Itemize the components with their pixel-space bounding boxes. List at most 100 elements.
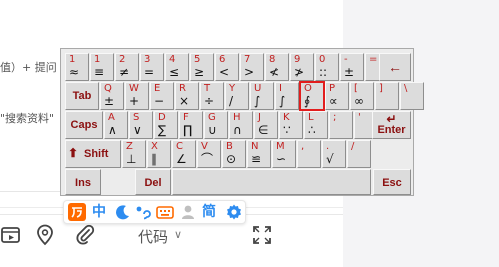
key-symbol-label: ≡: [94, 65, 105, 79]
key-symbol-label: ±: [344, 65, 355, 79]
punctuation-icon[interactable]: [135, 203, 151, 221]
key-primary-label: ,: [301, 141, 305, 152]
key-2[interactable]: 2 ≠: [115, 53, 139, 81]
key-3[interactable]: 3 =: [140, 53, 164, 81]
key-symbol-label: ∪: [208, 123, 217, 137]
chinese-mode-toggle[interactable]: 中: [92, 203, 110, 221]
key-symbol-label: >: [244, 65, 255, 79]
enter-key[interactable]: ↵ Enter: [372, 111, 411, 139]
key-symbol-label: ∠: [176, 152, 187, 166]
key-5[interactable]: 5 ≥: [190, 53, 214, 81]
key-Z[interactable]: Z ⊥: [122, 140, 146, 168]
key-9[interactable]: 9 ≯: [290, 53, 314, 81]
chevron-down-icon[interactable]: ∨: [174, 228, 182, 241]
moon-icon[interactable]: [115, 203, 131, 221]
video-icon[interactable]: [0, 224, 22, 246]
key-K[interactable]: K ∵: [279, 111, 303, 139]
key-symbol-label: ⌒: [201, 152, 214, 166]
key-symbol-label: ∑: [158, 123, 167, 137]
key-I[interactable]: I ∫: [275, 82, 299, 110]
key-symbol-label: −: [154, 94, 165, 108]
key-E[interactable]: E −: [150, 82, 174, 110]
key-G[interactable]: G ∪: [204, 111, 228, 139]
gear-icon[interactable]: [225, 203, 243, 221]
key-symbol-label: ∽: [276, 152, 287, 166]
space-key[interactable]: [172, 169, 371, 195]
key-S[interactable]: S ∨: [129, 111, 153, 139]
del-key[interactable]: Del: [135, 169, 171, 195]
key-4[interactable]: 4 ≤: [165, 53, 189, 81]
key-1[interactable]: 1 ≡: [90, 53, 114, 81]
tab-key[interactable]: Tab: [65, 82, 99, 110]
simplified-toggle[interactable]: 简: [202, 203, 220, 221]
ins-key[interactable]: Ins: [65, 169, 101, 195]
shift-key[interactable]: ⬆ Shift: [65, 140, 121, 168]
esc-key[interactable]: Esc: [373, 169, 411, 195]
key-symbol-label: ∩: [233, 123, 242, 137]
key-6[interactable]: 6 <: [215, 53, 239, 81]
key-primary-label: ]: [379, 83, 383, 94]
key-symbol-label: ≮: [269, 65, 280, 79]
backspace-key[interactable]: ←: [379, 53, 411, 81]
key-N[interactable]: N ≌: [247, 140, 271, 168]
key-B[interactable]: B ⊙: [222, 140, 246, 168]
key-symbol-label: ∝: [329, 94, 338, 108]
key-X[interactable]: X ∥: [147, 140, 171, 168]
key-U[interactable]: U ∫: [250, 82, 274, 110]
paperclip-icon[interactable]: [74, 224, 96, 246]
key--[interactable]: - ±: [340, 53, 364, 81]
key-symbol-label: ∧: [108, 123, 117, 137]
key-L[interactable]: L ∴: [304, 111, 328, 139]
key-;[interactable]: ;: [329, 111, 353, 139]
key-symbol-label: ≌: [251, 152, 262, 166]
key-O[interactable]: O ∮: [299, 81, 325, 111]
key-W[interactable]: W +: [125, 82, 149, 110]
key-J[interactable]: J ∈: [254, 111, 278, 139]
key-D[interactable]: D ∑: [154, 111, 178, 139]
key-.[interactable]: . √: [322, 140, 346, 168]
backspace-arrow-icon: ←: [388, 59, 402, 75]
key-symbol-label: ≈: [69, 65, 80, 79]
key-0[interactable]: 0::: [315, 53, 339, 81]
key-A[interactable]: A ∧: [104, 111, 128, 139]
key-7[interactable]: 7 >: [240, 53, 264, 81]
caps-key[interactable]: Caps: [65, 111, 103, 139]
key-primary-label: =: [369, 54, 378, 65]
keyboard-icon[interactable]: [156, 203, 174, 221]
key-symbol-label: ∏: [183, 123, 193, 137]
key-symbol-label: ≤: [169, 65, 180, 79]
key-symbol-label: +: [129, 94, 140, 108]
key-M[interactable]: M ∽: [272, 140, 296, 168]
key-Y[interactable]: Y /: [225, 82, 249, 110]
fullscreen-icon[interactable]: [251, 224, 273, 246]
key-symbol-label: √: [326, 152, 334, 166]
key-T[interactable]: T ÷: [200, 82, 224, 110]
key-V[interactable]: V ⌒: [197, 140, 221, 168]
key-8[interactable]: 8 ≮: [265, 53, 289, 81]
key-\[interactable]: \: [400, 82, 424, 110]
key-symbol-label: ∮: [304, 94, 311, 108]
key-symbol-label: ∈: [258, 123, 269, 137]
ime-logo-icon[interactable]: [68, 203, 86, 221]
key-/[interactable]: /: [347, 140, 371, 168]
key-1[interactable]: 1 ≈: [65, 53, 89, 81]
soft-keyboard: 1 ≈1 ≡ 2 ≠ 3 = 4 ≤5 ≥6 <7 >8 ≮ 9 ≯ 0:: - ± = Q ± W + E − R × T ÷ Y / U…: [60, 48, 424, 196]
code-dropdown[interactable]: 代码: [138, 226, 168, 247]
key-][interactable]: ]: [375, 82, 399, 110]
key-Q[interactable]: Q ±: [100, 82, 124, 110]
key-R[interactable]: R ×: [175, 82, 199, 110]
screen: 值）+ 提问 "搜索资料" 代码 ∨ 1 ≈1 ≡ 2 ≠ 3 = 4 ≤5 ≥6 <7 >8 ≮ 9 ≯ 0…: [0, 0, 499, 267]
key-H[interactable]: H ∩: [229, 111, 253, 139]
key-[[interactable]: [∞: [350, 82, 374, 110]
key-C[interactable]: C ∠: [172, 140, 196, 168]
key-F[interactable]: F ∏: [179, 111, 203, 139]
shift-arrow-icon: ⬆: [68, 146, 79, 160]
ime-status-bar: 中 简: [63, 200, 246, 224]
key-,[interactable]: ,: [297, 140, 321, 168]
key-P[interactable]: P ∝: [325, 82, 349, 110]
key-symbol-label: ∵: [283, 123, 291, 137]
user-icon[interactable]: [180, 203, 196, 221]
location-pin-icon[interactable]: [34, 224, 56, 246]
search-fragment-text: "搜索资料": [0, 112, 55, 125]
key-symbol-label: ≠: [119, 65, 130, 79]
